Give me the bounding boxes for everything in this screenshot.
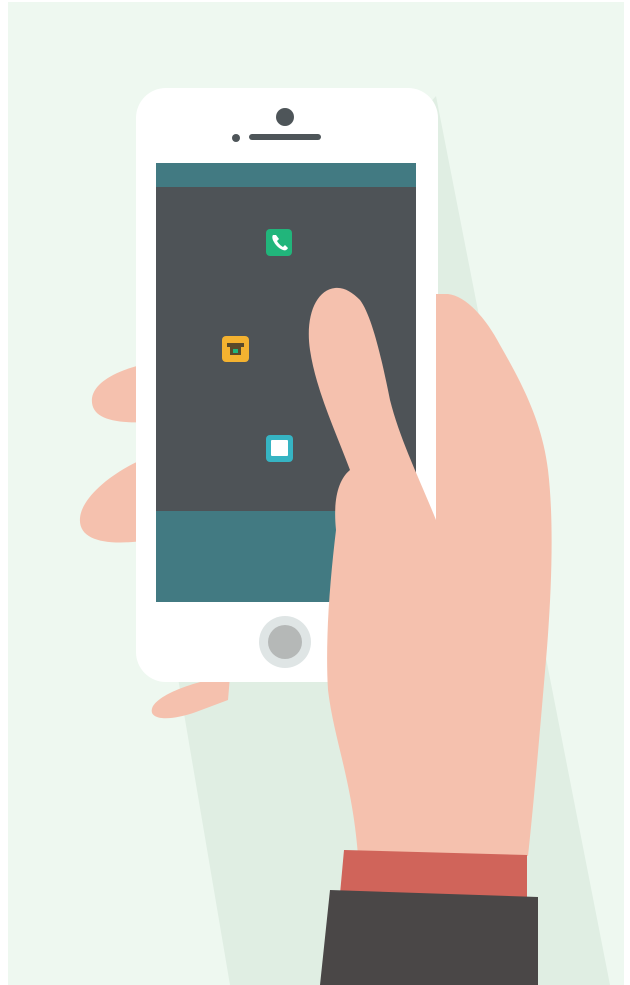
hand-holding-phone-illustration xyxy=(8,2,624,985)
front-camera xyxy=(276,108,294,126)
printer-app-icon[interactable] xyxy=(222,336,249,362)
earpiece-speaker xyxy=(249,134,321,140)
window-app-icon[interactable] xyxy=(266,435,293,462)
screen-status-bar xyxy=(156,163,416,187)
sensor-dot xyxy=(232,134,240,142)
shirt-cuff xyxy=(340,850,527,898)
window-icon xyxy=(271,440,288,456)
printer-icon xyxy=(227,343,244,347)
home-button[interactable] xyxy=(268,625,302,659)
jacket-sleeve xyxy=(320,890,538,985)
illustration-stage xyxy=(0,0,630,985)
phone-app-icon[interactable] xyxy=(266,229,292,256)
